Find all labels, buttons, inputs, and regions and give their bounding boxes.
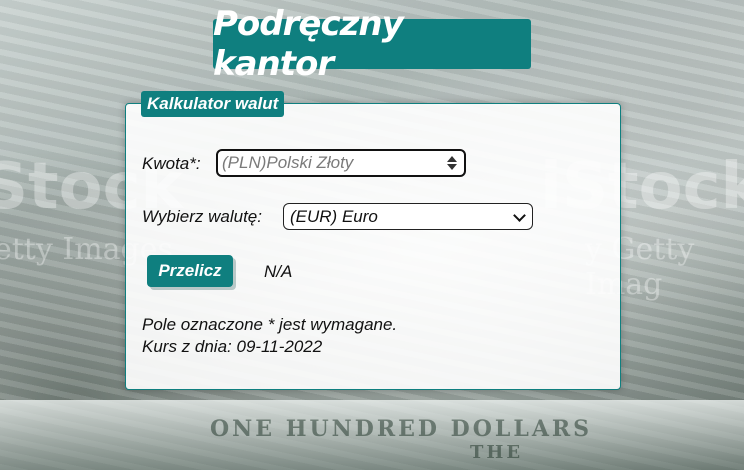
banknote-text: ONE HUNDRED DOLLARS <box>210 416 593 442</box>
amount-input[interactable]: (PLN)Polski Złoty <box>216 149 466 177</box>
stepper-down-icon[interactable] <box>447 164 457 170</box>
page-title: Podręczny kantor <box>213 4 531 84</box>
chevron-down-icon <box>513 209 526 222</box>
calculator-legend: Kalkulator walut <box>141 91 285 117</box>
amount-placeholder: (PLN)Polski Złoty <box>222 153 354 172</box>
stepper-up-icon[interactable] <box>447 156 457 162</box>
currency-label: Wybierz walutę: <box>142 207 262 226</box>
currency-selected-value: (EUR) Euro <box>290 207 378 226</box>
amount-stepper[interactable] <box>446 153 458 173</box>
amount-label: Kwota*: <box>142 154 201 173</box>
conversion-result: N/A <box>264 262 293 281</box>
currency-select[interactable]: (EUR) Euro <box>283 203 533 230</box>
rate-date: Kurs z dnia: 09-11-2022 <box>142 337 323 356</box>
banknote-text-2: THE <box>470 442 524 463</box>
convert-button[interactable]: Przelicz <box>147 255 233 287</box>
required-note: Pole oznaczone * jest wymagane. <box>142 315 398 334</box>
